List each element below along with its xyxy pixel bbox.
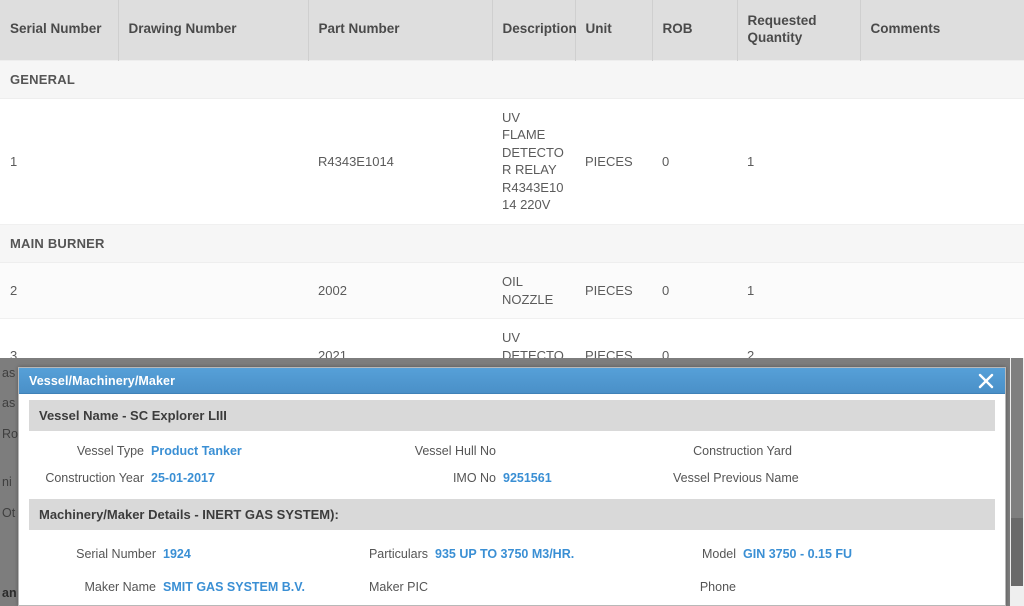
field-construction-yard: Construction Yard: [673, 443, 995, 460]
scrollbar-track[interactable]: [1011, 518, 1023, 586]
table-header: Serial Number Drawing Number Part Number…: [0, 0, 1024, 60]
column-header-unit[interactable]: Unit: [575, 0, 652, 60]
column-header-requested-quantity[interactable]: Requested Quantity: [737, 0, 860, 60]
section-label: MAIN BURNER: [0, 225, 1024, 263]
obscured-text-fragment: an: [2, 586, 17, 600]
page-scrollbar[interactable]: [1010, 358, 1024, 606]
field-vessel-type: Vessel Type Product Tanker: [29, 443, 351, 460]
field-label: Maker PIC: [351, 579, 435, 596]
cell-unit: PIECES: [575, 98, 652, 224]
field-maker-pic: Maker PIC: [351, 579, 673, 596]
dialog-body: Vessel Name - SC Explorer LIII Vessel Ty…: [19, 394, 1005, 600]
obscured-text-fragment: as: [2, 396, 15, 410]
obscured-text-fragment: as: [2, 366, 15, 380]
field-construction-year: Construction Year 25-01-2017: [29, 470, 351, 487]
close-icon[interactable]: [975, 370, 997, 392]
column-header-serial-number[interactable]: Serial Number: [0, 0, 118, 60]
machinery-field-grid: Serial Number 1924 Particulars 935 UP TO…: [29, 532, 995, 600]
column-header-description[interactable]: Description: [492, 0, 575, 60]
cell-description: OIL NOZZLE: [492, 263, 575, 319]
section-label: GENERAL: [0, 60, 1024, 98]
column-header-part-number[interactable]: Part Number: [308, 0, 492, 60]
field-label: Serial Number: [29, 546, 163, 563]
cell-unit: PIECES: [575, 263, 652, 319]
field-label: Phone: [673, 579, 743, 596]
machinery-section-heading: Machinery/Maker Details - INERT GAS SYST…: [29, 499, 995, 530]
app-root: Serial Number Drawing Number Part Number…: [0, 0, 1024, 606]
cell-rob: 0: [652, 263, 737, 319]
table-section-row: MAIN BURNER: [0, 225, 1024, 263]
cell-drawing-number: [118, 98, 308, 224]
vessel-field-grid: Vessel Type Product Tanker Vessel Hull N…: [29, 433, 995, 493]
table-row[interactable]: 2 2002 OIL NOZZLE PIECES 0 1: [0, 263, 1024, 319]
field-model: Model GIN 3750 - 0.15 FU: [673, 546, 995, 563]
field-value: SMIT GAS SYSTEM B.V.: [163, 579, 305, 596]
field-maker-name: Maker Name SMIT GAS SYSTEM B.V.: [29, 579, 351, 596]
field-value: GIN 3750 - 0.15 FU: [743, 546, 852, 563]
vessel-section-heading: Vessel Name - SC Explorer LIII: [29, 400, 995, 431]
cell-drawing-number: [118, 263, 308, 319]
field-label: Construction Year: [29, 470, 151, 487]
table-section-row: GENERAL: [0, 60, 1024, 98]
column-header-rob[interactable]: ROB: [652, 0, 737, 60]
cell-comments: [860, 98, 1024, 224]
field-label: Model: [673, 546, 743, 563]
field-value: 1924: [163, 546, 191, 563]
field-value: Product Tanker: [151, 443, 242, 460]
field-value: 9251561: [503, 470, 552, 487]
field-vessel-hull-no: Vessel Hull No: [351, 443, 673, 460]
cell-rob: 0: [652, 98, 737, 224]
column-header-drawing-number[interactable]: Drawing Number: [118, 0, 308, 60]
cell-comments: [860, 263, 1024, 319]
field-value: 935 UP TO 3750 M3/HR.: [435, 546, 574, 563]
field-phone: Phone: [673, 579, 995, 596]
cell-requested-quantity: 1: [737, 263, 860, 319]
field-label: Vessel Hull No: [351, 443, 503, 460]
cell-description: UV FLAME DETECTOR RELAY R4343E1014 220V: [492, 98, 575, 224]
cell-serial-number: 2: [0, 263, 118, 319]
field-vessel-previous-name: Vessel Previous Name: [673, 470, 995, 487]
table-header-row: Serial Number Drawing Number Part Number…: [0, 0, 1024, 60]
field-label: Maker Name: [29, 579, 163, 596]
field-label: Construction Yard: [673, 443, 799, 460]
cell-serial-number: 1: [0, 98, 118, 224]
field-value: 25-01-2017: [151, 470, 215, 487]
table-row[interactable]: 1 R4343E1014 UV FLAME DETECTOR RELAY R43…: [0, 98, 1024, 224]
scrollbar-thumb[interactable]: [1011, 358, 1023, 518]
dialog-title: Vessel/Machinery/Maker: [29, 374, 975, 388]
obscured-text-fragment: Ot: [2, 506, 15, 520]
cell-part-number: 2002: [308, 263, 492, 319]
column-header-comments[interactable]: Comments: [860, 0, 1024, 60]
field-serial-number: Serial Number 1924: [29, 546, 351, 563]
cell-part-number: R4343E1014: [308, 98, 492, 224]
field-label: IMO No: [351, 470, 503, 487]
field-label: Vessel Previous Name: [673, 470, 806, 487]
vessel-machinery-maker-dialog: Vessel/Machinery/Maker Vessel Name - SC …: [18, 367, 1006, 606]
field-label: Vessel Type: [29, 443, 151, 460]
obscured-text-fragment: ni: [2, 475, 12, 489]
dialog-title-bar: Vessel/Machinery/Maker: [19, 368, 1005, 394]
cell-requested-quantity: 1: [737, 98, 860, 224]
field-imo-no: IMO No 9251561: [351, 470, 673, 487]
field-particulars: Particulars 935 UP TO 3750 M3/HR.: [351, 546, 673, 563]
field-label: Particulars: [351, 546, 435, 563]
obscured-text-fragment: Ro: [2, 427, 18, 441]
